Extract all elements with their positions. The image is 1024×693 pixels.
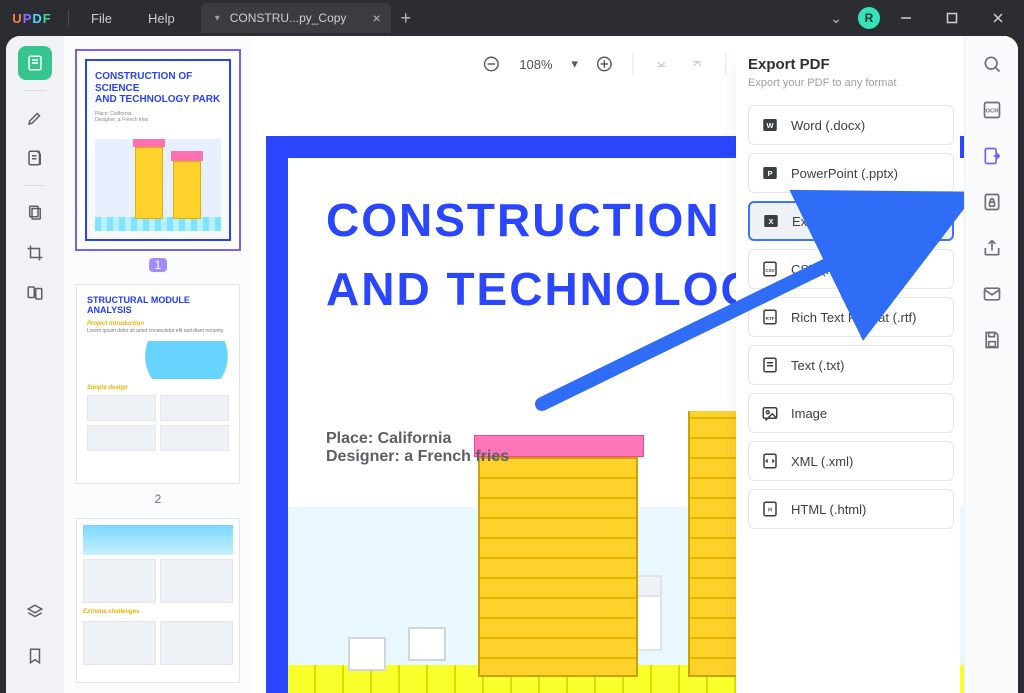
thumbnail-page-1[interactable]: CONSTRUCTION OF SCIENCE AND TECHNOLOGY P… xyxy=(76,50,240,250)
rail-pages-button[interactable] xyxy=(18,196,52,230)
svg-text:RTF: RTF xyxy=(766,316,775,321)
excel-icon: X xyxy=(762,212,780,230)
export-subtitle: Export your PDF to any format xyxy=(748,77,954,89)
export-option-image[interactable]: Image xyxy=(748,393,954,433)
user-avatar[interactable]: R xyxy=(858,7,880,29)
ocr-button[interactable]: OCR xyxy=(978,96,1006,124)
word-icon: W xyxy=(761,116,779,134)
export-option-word[interactable]: W Word (.docx) xyxy=(748,105,954,145)
thumbnail-pagenum-1: 1 xyxy=(76,258,240,272)
zoom-value[interactable]: 108% xyxy=(513,57,558,72)
add-tab-button[interactable]: + xyxy=(391,3,421,33)
rail-highlighter-button[interactable] xyxy=(18,101,52,135)
thumb1-meta: Place: CaliforniaDesigner: a French frie… xyxy=(95,111,221,123)
protect-button[interactable] xyxy=(978,188,1006,216)
titlebar: UPDF File Help ▾ CONSTRU...py_Copy × + ⌄… xyxy=(0,0,1024,36)
export-panel: Export PDF Export your PDF to any format… xyxy=(736,42,960,693)
zoom-dropdown-icon[interactable]: ▾ xyxy=(567,50,583,78)
export-option-csv[interactable]: CSV CSV (.csv) xyxy=(748,249,954,289)
export-option-xml[interactable]: XML (.xml) xyxy=(748,441,954,481)
svg-text:H: H xyxy=(768,507,772,513)
powerpoint-icon: P xyxy=(761,164,779,182)
left-rail xyxy=(6,36,64,693)
rail-thumbnails-button[interactable] xyxy=(18,46,52,80)
image-icon xyxy=(761,404,779,422)
tab-caret-icon: ▾ xyxy=(215,13,220,24)
zoom-out-button[interactable] xyxy=(477,50,505,78)
svg-text:CSV: CSV xyxy=(765,268,774,273)
document-meta: Place: California Designer: a French fri… xyxy=(326,430,509,466)
thumb2-sec2: Simple design xyxy=(87,385,229,391)
save-button[interactable] xyxy=(978,326,1006,354)
window-maximize-button[interactable] xyxy=(932,0,972,36)
tab-title: CONSTRU...py_Copy xyxy=(230,11,347,25)
rtf-icon: RTF xyxy=(761,308,779,326)
rail-comment-button[interactable] xyxy=(18,141,52,175)
document-tab[interactable]: ▾ CONSTRU...py_Copy × xyxy=(201,3,391,33)
zoom-in-button[interactable] xyxy=(591,50,619,78)
export-title: Export PDF xyxy=(748,56,954,73)
thumbnail-panel: CONSTRUCTION OF SCIENCE AND TECHNOLOGY P… xyxy=(64,36,252,693)
thumbnail-page-3[interactable]: Extreme challenges xyxy=(76,518,240,683)
rail-compare-button[interactable] xyxy=(18,276,52,310)
tab-close-icon[interactable]: × xyxy=(373,10,381,26)
thumbnail-page-2[interactable]: STRUCTURAL MODULE ANALYSIS Project intro… xyxy=(76,284,240,484)
right-rail: OCR xyxy=(964,36,1018,693)
export-option-text[interactable]: Text (.txt) xyxy=(748,345,954,385)
rail-layers-button[interactable] xyxy=(18,595,52,629)
csv-icon: CSV xyxy=(761,260,779,278)
window-minimize-button[interactable] xyxy=(886,0,926,36)
divider xyxy=(68,10,69,26)
tabs-dropdown-icon[interactable]: ⌄ xyxy=(820,4,852,33)
app-logo: UPDF xyxy=(0,11,64,26)
menu-file[interactable]: File xyxy=(73,0,130,36)
thumbnail-pagenum-2: 2 xyxy=(76,492,240,506)
svg-text:P: P xyxy=(767,169,772,178)
xml-icon xyxy=(761,452,779,470)
html-icon: H xyxy=(761,500,779,518)
svg-text:X: X xyxy=(768,217,773,226)
search-button[interactable] xyxy=(978,50,1006,78)
thumb2-title-l1: STRUCTURAL MODULE xyxy=(87,295,229,305)
thumb1-title-l1: CONSTRUCTION OF SCIENCE xyxy=(95,71,221,94)
email-button[interactable] xyxy=(978,280,1006,308)
export-button[interactable] xyxy=(978,142,1006,170)
rail-crop-button[interactable] xyxy=(18,236,52,270)
export-option-html[interactable]: H HTML (.html) xyxy=(748,489,954,529)
thumb1-title-l2: AND TECHNOLOGY PARK xyxy=(95,94,221,105)
page-up-button[interactable] xyxy=(684,50,712,78)
rail-bookmark-button[interactable] xyxy=(18,639,52,673)
window-close-button[interactable] xyxy=(978,0,1018,36)
thumb2-sec1: Project introduction xyxy=(87,321,229,327)
text-icon xyxy=(761,356,779,374)
export-option-rtf[interactable]: RTF Rich Text Format (.rtf) xyxy=(748,297,954,337)
export-option-powerpoint[interactable]: P PowerPoint (.pptx) xyxy=(748,153,954,193)
export-option-excel[interactable]: X Excel (.xlsx) xyxy=(748,201,954,241)
share-button[interactable] xyxy=(978,234,1006,262)
svg-text:OCR: OCR xyxy=(985,109,999,115)
thumb3-sec: Extreme challenges xyxy=(83,607,233,617)
pdf-viewer: 108% ▾ 1 / 3 xyxy=(252,36,1018,693)
app-body: CONSTRUCTION OF SCIENCE AND TECHNOLOGY P… xyxy=(6,36,1018,693)
svg-text:W: W xyxy=(766,121,774,130)
page-down-button[interactable] xyxy=(648,50,676,78)
thumb2-title-l2: ANALYSIS xyxy=(87,305,229,315)
menu-help[interactable]: Help xyxy=(130,0,193,36)
